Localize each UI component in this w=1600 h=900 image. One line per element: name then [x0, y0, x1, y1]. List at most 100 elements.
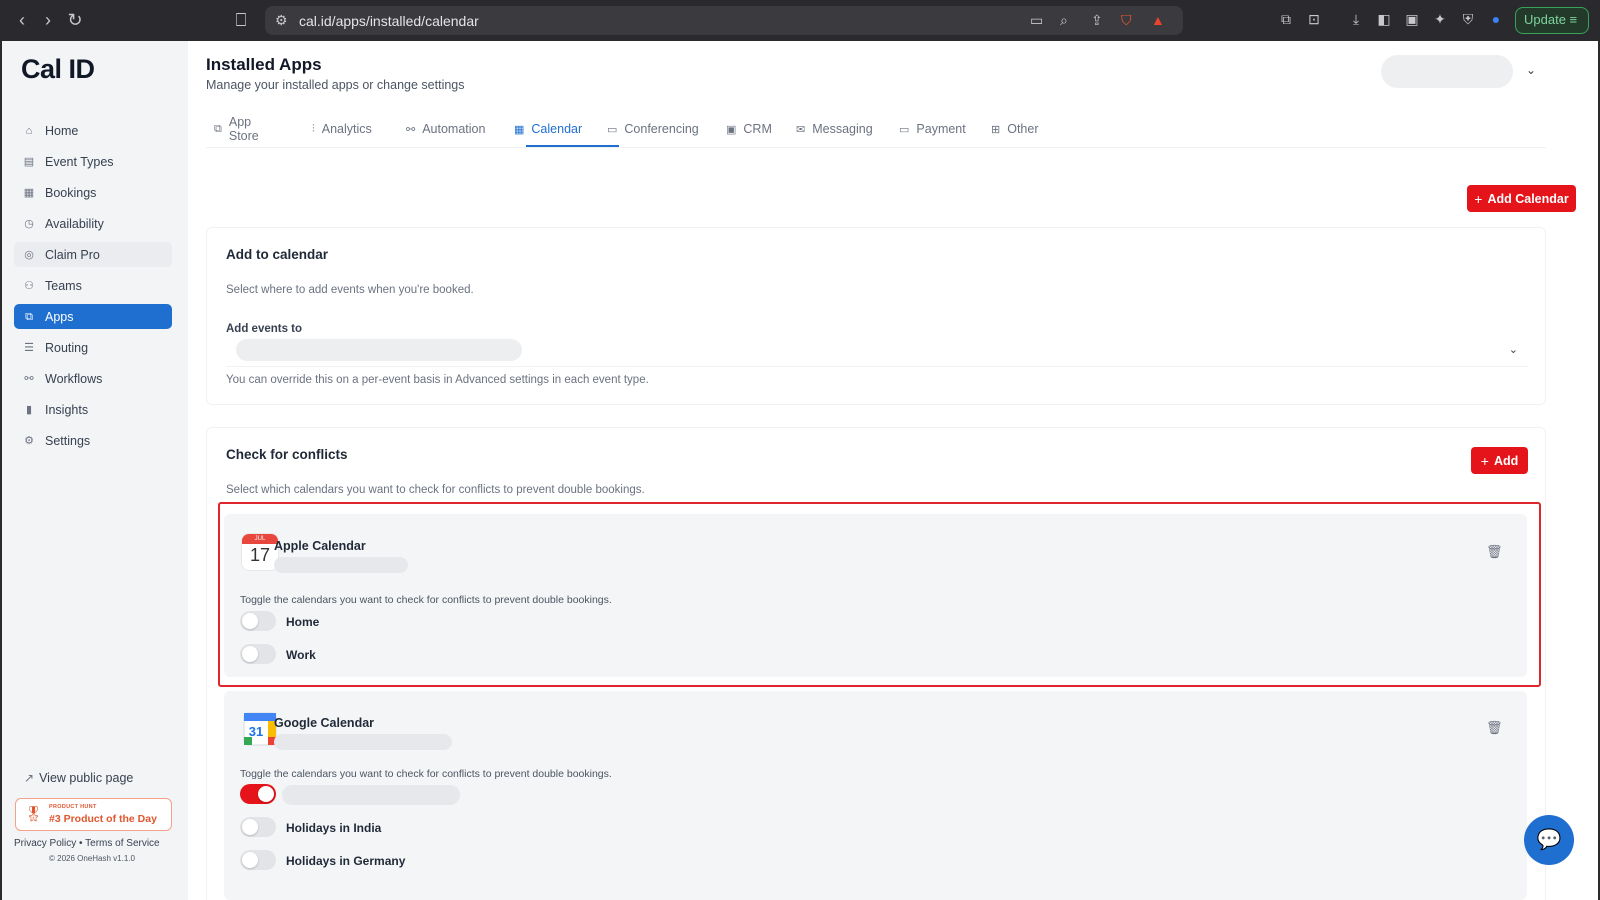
add-calendar-button[interactable]: + Add Calendar: [1467, 185, 1576, 212]
tab-messaging[interactable]: ✉ Messaging: [796, 111, 873, 147]
calendar-icon: ▦: [514, 123, 525, 136]
card-icon: ▭: [899, 123, 910, 136]
add-conflict-calendar-button[interactable]: + Add: [1471, 447, 1528, 474]
app-window: Cal ID ⌂ Home ▤ Event Types ▦ Bookings ◷ Ava…: [2, 41, 1598, 900]
google-calendar-block: 31 Google Calendar 🗑 Toggle the calendar…: [224, 691, 1527, 900]
copyright: © 2026 OneHash v1.1.0: [49, 854, 135, 863]
update-button[interactable]: Update ≡: [1515, 7, 1589, 34]
sidebar-item-teams[interactable]: ⚇ Teams: [14, 273, 172, 298]
check-conflicts-title: Check for conflicts: [226, 447, 348, 462]
chat-support-button[interactable]: 💬: [1524, 815, 1574, 865]
profile-icon[interactable]: ●: [1487, 10, 1505, 28]
sidebar-item-apps[interactable]: ⧉ Apps: [14, 304, 172, 329]
leo-icon[interactable]: ✦: [1431, 10, 1449, 28]
address-bar[interactable]: ⚙ cal.id/apps/installed/calendar ▭ ⌕ ⇪ ⛉…: [265, 6, 1183, 35]
screenshot-icon[interactable]: ⊡: [1305, 10, 1323, 28]
forward-icon[interactable]: ›: [36, 8, 60, 32]
sidebar-item-workflows[interactable]: ⚯ Workflows: [14, 366, 172, 391]
tab-analytics[interactable]: ⫶ Analytics: [312, 111, 372, 147]
google-calendar-name: Google Calendar: [274, 716, 375, 730]
extensions-icon[interactable]: ⧉: [1277, 10, 1295, 28]
sidebar-item-label: Routing: [45, 340, 89, 355]
tab-app-store[interactable]: ⧉ App Store: [214, 111, 259, 147]
add-to-calendar-title: Add to calendar: [226, 247, 329, 262]
sidebar-toggle-icon[interactable]: ◧: [1375, 10, 1393, 28]
medal-icon: 🎖: [24, 806, 44, 823]
footer-links: Privacy Policy • Terms of Service: [14, 838, 160, 849]
sidebar-item-label: Workflows: [45, 371, 103, 386]
back-icon[interactable]: ‹: [10, 8, 34, 32]
grid-icon: ⊞: [991, 123, 1001, 136]
tab-label: App Store: [228, 115, 259, 143]
tab-label: Conferencing: [624, 122, 699, 136]
crm-icon: ▣: [726, 123, 737, 136]
add-calendar-label: Add Calendar: [1487, 191, 1569, 206]
user-menu[interactable]: [1381, 55, 1513, 88]
plus-icon: +: [1480, 452, 1489, 469]
url-text[interactable]: cal.id/apps/installed/calendar: [299, 13, 479, 29]
tab-crm[interactable]: ▣ CRM: [726, 111, 772, 147]
sidebar-item-settings[interactable]: ⚙ Settings: [14, 428, 172, 453]
tab-conferencing[interactable]: ▭ Conferencing: [607, 111, 699, 147]
tab-divider: [206, 147, 1546, 148]
sidebar-item-label: Claim Pro: [45, 247, 100, 262]
bookings-icon: ▦: [23, 186, 35, 199]
routing-icon: ☰: [24, 341, 34, 354]
brave-shield-icon[interactable]: ⛉: [1121, 12, 1132, 29]
google-calendar-icon: 31: [243, 712, 277, 746]
view-public-page-link[interactable]: ↗ View public page: [24, 771, 133, 785]
toggle-holidays-india[interactable]: [240, 817, 276, 837]
add-label: Add: [1493, 453, 1519, 468]
tab-payment[interactable]: ▭ Payment: [899, 111, 966, 147]
sidebar-item-bookings[interactable]: ▦ Bookings: [14, 180, 172, 205]
download-icon[interactable]: ⤓: [1347, 10, 1365, 28]
gear-icon: ⚙: [24, 434, 34, 447]
sidebar-item-availability[interactable]: ◷ Availability: [14, 211, 172, 236]
override-note: You can override this on a per-event bas…: [226, 374, 649, 386]
external-link-icon: ↗: [24, 771, 35, 785]
main-content: Installed Apps Manage your installed app…: [188, 41, 1598, 900]
share-icon[interactable]: ⇪: [1091, 12, 1103, 29]
tab-other[interactable]: ⊞ Other: [991, 111, 1038, 147]
privacy-policy-link[interactable]: Privacy Policy: [14, 838, 76, 849]
reload-icon[interactable]: ↻: [63, 8, 87, 32]
sidebar-item-label: Teams: [45, 278, 82, 293]
chevron-down-icon[interactable]: ⌄: [1526, 63, 1536, 77]
chat-icon: 💬: [1536, 829, 1562, 851]
zoom-icon[interactable]: ⌕: [1060, 12, 1068, 29]
tab-label: Payment: [916, 122, 966, 136]
add-to-calendar-description: Select where to add events when you're b…: [226, 284, 474, 296]
site-settings-icon[interactable]: ⚙: [275, 12, 288, 29]
badge-icon: ◎: [24, 248, 34, 261]
sidebar-item-label: Insights: [45, 402, 89, 417]
tab-label: CRM: [743, 122, 772, 136]
tab-calendar[interactable]: ▦ Calendar: [514, 111, 582, 147]
add-events-to-label: Add events to: [226, 323, 303, 335]
product-hunt-badge[interactable]: 🎖 PRODUCT HUNT #3 Product of the Day: [15, 798, 172, 831]
sidebar-item-routing[interactable]: ☰ Routing: [14, 335, 172, 360]
sidebar-item-event-types[interactable]: ▤ Event Types: [14, 149, 172, 174]
terms-link[interactable]: Terms of Service: [85, 838, 159, 849]
sidebar-item-home[interactable]: ⌂ Home: [14, 118, 172, 143]
sidebar-item-claim-pro[interactable]: ◎ Claim Pro: [14, 242, 172, 267]
sidebar-item-insights[interactable]: ▮ Insights: [14, 397, 172, 422]
sidebar-item-label: Home: [45, 123, 79, 138]
footer-separator: •: [79, 838, 83, 849]
check-conflicts-description: Select which calendars you want to check…: [226, 484, 645, 496]
rewards-icon[interactable]: ▲: [1151, 12, 1165, 28]
logo[interactable]: Cal ID: [21, 54, 95, 85]
cast-icon[interactable]: ▭: [1030, 12, 1043, 29]
toggle-primary-calendar[interactable]: [240, 784, 276, 804]
bar-chart-icon: ▮: [25, 403, 33, 416]
vpn-icon[interactable]: ⛨: [1459, 10, 1477, 28]
wallet-icon[interactable]: ▣: [1403, 10, 1421, 28]
sidebar-item-label: Settings: [45, 433, 91, 448]
toggle-holidays-germany[interactable]: [240, 850, 276, 870]
tab-label: Automation: [422, 122, 486, 136]
sidebar-item-label: Bookings: [45, 185, 97, 200]
trash-icon[interactable]: 🗑: [1486, 720, 1503, 736]
bookmark-icon[interactable]: ⎕: [229, 8, 253, 32]
view-public-label: View public page: [39, 771, 134, 785]
tab-automation[interactable]: ⚯ Automation: [406, 111, 485, 147]
add-events-to-select[interactable]: ⌄: [226, 338, 1528, 367]
